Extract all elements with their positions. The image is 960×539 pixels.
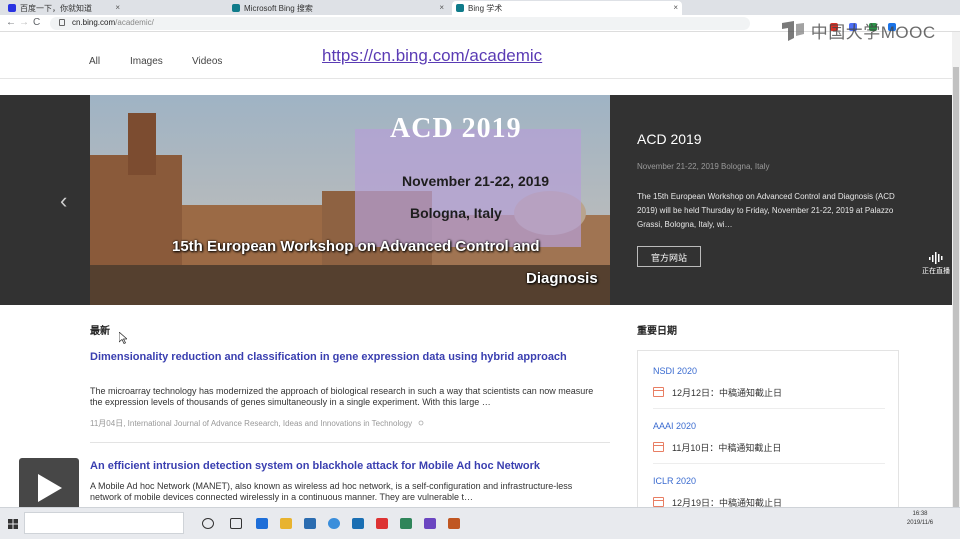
tab-bing-academic[interactable]: Bing 学术 × [452, 1, 682, 15]
mail-icon[interactable] [352, 518, 364, 529]
header-divider [0, 78, 952, 79]
event-meta: November 21-22, 2019 Bologna, Italy [637, 162, 770, 171]
back-icon[interactable]: ← [6, 17, 16, 28]
powerpoint-icon[interactable] [448, 518, 460, 529]
lock-icon [59, 19, 65, 26]
article-divider [90, 442, 610, 443]
article-snippet-1: The microarray technology has modernized… [90, 386, 594, 407]
conf-date-nsdi: 12月12日：中稿通知截止日 [653, 386, 782, 399]
conf-divider [653, 463, 885, 464]
banner-place: Bologna, Italy [410, 205, 502, 221]
taskbar-search-box[interactable] [24, 512, 184, 534]
audio-wave-icon [929, 252, 943, 264]
official-site-button[interactable]: 官方网站 [637, 246, 701, 267]
mooc-logo-icon [782, 20, 804, 41]
url-path: /academic/ [115, 18, 154, 27]
article-title-2[interactable]: An efficient intrusion detection system … [90, 459, 602, 473]
live-label: 正在直播 [922, 268, 950, 275]
tab-label: Bing 学术 [468, 4, 503, 13]
tab-label: 百度一下，你就知道 [20, 4, 92, 13]
screen: 百度一下，你就知道 × Microsoft Bing 搜索 × Bing 学术 … [0, 0, 960, 539]
cortana-icon[interactable] [202, 518, 214, 529]
mooc-watermark: 中国大学MOOC [780, 18, 936, 42]
calendar-icon [653, 442, 664, 452]
clock-time: 16:38 [912, 511, 928, 517]
nav-all[interactable]: All [89, 56, 100, 67]
conf-link-aaai[interactable]: AAAI 2020 [653, 421, 696, 431]
more-dot-icon [418, 420, 424, 426]
article-snippet-2: A Mobile Ad hoc Network (MANET), also kn… [90, 481, 573, 502]
task-view-icon[interactable] [230, 518, 242, 529]
latest-heading: 最新 [90, 326, 110, 337]
file-explorer-icon[interactable] [280, 518, 292, 529]
calendar-icon [653, 497, 664, 507]
conf-link-iclr[interactable]: ICLR 2020 [653, 476, 696, 486]
app-purple-icon[interactable] [424, 518, 436, 529]
banner-acd-label: ACD 2019 [390, 113, 522, 144]
article-meta-text: 11月04日, International Journal of Advance… [90, 419, 413, 428]
important-dates-card: NSDI 2020 12月12日：中稿通知截止日 AAAI 2020 11月10… [637, 350, 899, 520]
tab-baidu[interactable]: 百度一下，你就知道 × [4, 1, 124, 15]
url-host: cn.bing.com [72, 18, 116, 27]
banner-workshop-line1: 15th European Workshop on Advanced Contr… [172, 238, 540, 255]
url-field[interactable]: cn.bing.com/academic/ [50, 17, 750, 30]
conf-divider [653, 408, 885, 409]
nav-videos[interactable]: Videos [192, 56, 222, 67]
watermark-text: 中国大学MOOC [810, 23, 936, 42]
event-title[interactable]: ACD 2019 [637, 131, 702, 147]
calendar-icon [653, 387, 664, 397]
reload-icon[interactable]: C [33, 17, 40, 28]
clock-date: 2019/11/6 [906, 520, 934, 526]
event-banner-image[interactable]: ACD 2019 November 21-22, 2019 Bologna, I… [90, 95, 610, 305]
windows-start-icon[interactable] [8, 519, 18, 529]
close-tab-icon[interactable]: × [115, 3, 120, 12]
event-carousel: ‹ ACD 2019 November 21-22, 2019 Bologna,… [0, 95, 952, 305]
live-indicator[interactable]: 正在直播 [918, 252, 954, 276]
system-clock[interactable]: 16:38 2019/11/6 [890, 510, 950, 528]
page-scrollbar[interactable] [952, 32, 960, 507]
article-title-1[interactable]: Dimensionality reduction and classificat… [90, 350, 602, 364]
event-description: The 15th European Workshop on Advanced C… [637, 192, 895, 229]
mouse-cursor-icon [119, 332, 127, 344]
carousel-prev-icon[interactable]: ‹ [60, 188, 67, 214]
close-tab-icon[interactable]: × [439, 3, 444, 12]
store-icon[interactable] [304, 518, 316, 529]
forward-icon[interactable]: → [19, 17, 29, 28]
bing-favicon-icon [456, 4, 464, 12]
bing-favicon-icon [232, 4, 240, 12]
scrollbar-thumb[interactable] [953, 67, 959, 507]
conf-date-aaai: 11月10日：中稿通知截止日 [653, 441, 781, 454]
app-green-icon[interactable] [400, 518, 412, 529]
academic-url-caption: https://cn.bing.com/academic [322, 46, 543, 65]
conf-link-nsdi[interactable]: NSDI 2020 [653, 366, 697, 376]
chrome-icon[interactable] [328, 518, 340, 529]
banner-workshop-line2: Diagnosis [526, 270, 598, 287]
conf-date-text: 11月10日：中稿通知截止日 [672, 443, 782, 453]
tab-bing-search[interactable]: Microsoft Bing 搜索 × [228, 1, 448, 15]
conf-date-text: 12月12日：中稿通知截止日 [672, 388, 783, 398]
os-taskbar: 16:38 2019/11/6 [0, 507, 960, 539]
edge-icon[interactable] [256, 518, 268, 529]
baidu-favicon-icon [8, 4, 16, 12]
article-meta-1: 11月04日, International Journal of Advance… [90, 418, 424, 429]
banner-dates: November 21-22, 2019 [402, 173, 550, 189]
close-tab-icon[interactable]: × [673, 3, 678, 12]
nav-images[interactable]: Images [130, 56, 163, 67]
tab-label: Microsoft Bing 搜索 [244, 4, 313, 13]
browser-tab-bar: 百度一下，你就知道 × Microsoft Bing 搜索 × Bing 学术 … [0, 0, 960, 15]
important-dates-heading: 重要日期 [637, 326, 677, 337]
app-red-icon[interactable] [376, 518, 388, 529]
